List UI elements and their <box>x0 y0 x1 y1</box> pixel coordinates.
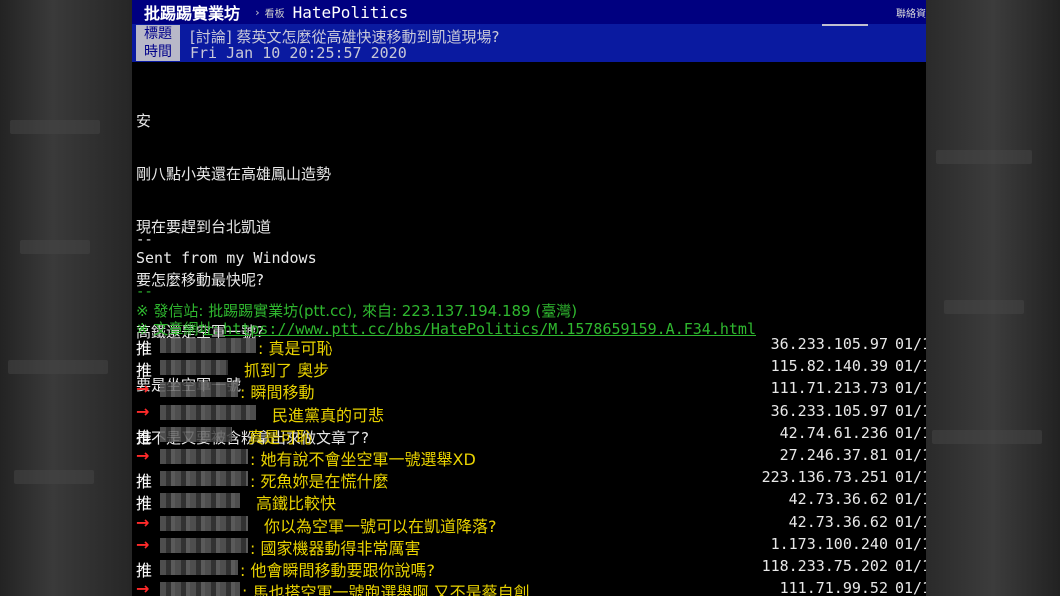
comment-date: 01/1 <box>895 357 926 376</box>
comment-ip: 111.71.213.73 <box>770 379 888 398</box>
signature-separator: -- <box>136 232 153 248</box>
blurred-username <box>160 471 248 487</box>
comment-ip: 27.246.37.81 <box>779 446 888 464</box>
article-time: Fri Jan 10 20:25:57 2020 <box>190 44 407 62</box>
blur-ghost <box>932 430 1042 444</box>
chevron-right-icon: › <box>254 5 261 19</box>
body-line: 安 <box>136 112 152 131</box>
comment-row: 推高鐵比較快42.73.36.6201/1 <box>132 489 926 513</box>
blurred-username <box>160 515 248 531</box>
comment-row: →: 國家機器動得非常厲害1.173.100.24001/1 <box>132 534 926 558</box>
body-line: 剛八點小英還在高雄鳳山造勢 <box>136 164 332 183</box>
comment-ip: 42.73.36.62 <box>788 490 888 509</box>
comment-row: 推真是可恥42.74.61.23601/1 <box>132 423 926 447</box>
blur-ghost <box>10 120 100 134</box>
blurred-username <box>160 582 240 596</box>
site-logo-link[interactable]: 批踢踢實業坊 <box>144 0 240 24</box>
arrow-tag: → <box>136 379 150 399</box>
comment-ip: 1.173.100.240 <box>770 534 888 553</box>
body-line: 要怎麼移動最快呢? <box>136 270 264 289</box>
signature-text: Sent from my Windows <box>136 249 317 267</box>
blurred-username <box>160 382 238 398</box>
comment-date: 01/1 <box>895 446 926 464</box>
comment-date: 01/1 <box>895 379 926 398</box>
blur-ghost <box>944 300 1024 314</box>
top-nav-bar: 批踢踢實業坊 › 看板 HatePolitics 聯絡資 <box>132 0 926 24</box>
blurred-username <box>160 338 256 353</box>
board-label: 看板 <box>264 8 285 20</box>
comment-row: 推: 真是可恥36.233.105.9701/1 <box>132 334 926 358</box>
comment-row: →: 她有說不會坐空軍一號選舉XD27.246.37.8101/1 <box>132 445 926 469</box>
arrow-tag: → <box>136 534 150 554</box>
comment-ip: 36.233.105.97 <box>770 401 888 420</box>
comment-ip: 223.136.73.251 <box>761 468 888 487</box>
comment-date: 01/1 <box>895 579 926 596</box>
comment-ip: 111.71.99.52 <box>779 579 888 596</box>
ptt-article-view: 批踢踢實業坊 › 看板 HatePolitics 聯絡資 標題 [討論] 蔡英文… <box>132 0 926 596</box>
comment-date: 01/1 <box>895 512 926 531</box>
comment-ip: 118.233.75.202 <box>761 557 888 575</box>
comment-ip: 42.73.36.62 <box>788 512 888 531</box>
comment-date: 01/1 <box>895 534 926 553</box>
time-label: 時間 <box>136 43 180 61</box>
blur-ghost <box>20 240 90 254</box>
blurred-username <box>160 560 238 575</box>
blurred-username <box>160 537 248 553</box>
blurred-right-panel <box>926 0 1060 596</box>
blurred-left-panel <box>0 0 132 596</box>
blurred-username <box>160 493 240 509</box>
blur-ghost <box>936 150 1032 164</box>
comment-ip: 115.82.140.39 <box>770 357 888 376</box>
contact-link[interactable]: 聯絡資 <box>896 5 926 20</box>
title-label: 標題 <box>136 25 180 43</box>
comment-text: : 馬也搭空軍一號跑選舉啊 又不是蔡自創. <box>242 583 535 596</box>
blur-ghost <box>14 470 94 484</box>
comment-ip: 42.74.61.236 <box>779 423 888 442</box>
arrow-tag: → <box>136 401 150 421</box>
board-link[interactable]: HatePolitics <box>293 3 409 22</box>
comment-row: 推抓到了 奧步115.82.140.3901/1 <box>132 356 926 380</box>
comment-date: 01/1 <box>895 401 926 420</box>
comment-date: 01/1 <box>895 490 926 509</box>
comment-ip: 36.233.105.97 <box>770 335 888 353</box>
arrow-tag: → <box>136 446 150 465</box>
comment-date: 01/1 <box>895 468 926 487</box>
arrow-tag: → <box>136 512 150 532</box>
blurred-username <box>160 360 228 376</box>
blur-ghost <box>8 360 108 374</box>
article-header: 標題 [討論] 蔡英文怎麼從高雄快速移動到凱道現場? 時間 Fri Jan 10… <box>132 24 926 62</box>
blurred-username <box>160 449 248 464</box>
comment-date: 01/1 <box>895 335 926 353</box>
comment-row: 推: 死魚妳是在慌什麼223.136.73.25101/1 <box>132 467 926 491</box>
comment-row: → : 馬也搭空軍一號跑選舉啊 又不是蔡自創. 111.71.99.52 01/1 <box>132 578 926 596</box>
comment-date: 01/1 <box>895 423 926 442</box>
comment-row: →: 瞬間移動111.71.213.7301/1 <box>132 378 926 402</box>
comment-date: 01/1 <box>895 557 926 575</box>
arrow-tag: → <box>136 579 150 596</box>
body-line: 現在要趕到台北凱道 <box>136 217 272 236</box>
header-divider <box>822 24 868 26</box>
comment-row: →你以為空軍一號可以在凱道降落?42.73.36.6201/1 <box>132 512 926 536</box>
footer-separator: -- <box>136 284 153 300</box>
blurred-username <box>160 404 256 420</box>
comment-row: 推: 他會瞬間移動要跟你說嗎?118.233.75.20201/1 <box>132 556 926 580</box>
blurred-username <box>160 426 232 442</box>
comment-row: →民進黨真的可悲36.233.105.9701/1 <box>132 401 926 425</box>
